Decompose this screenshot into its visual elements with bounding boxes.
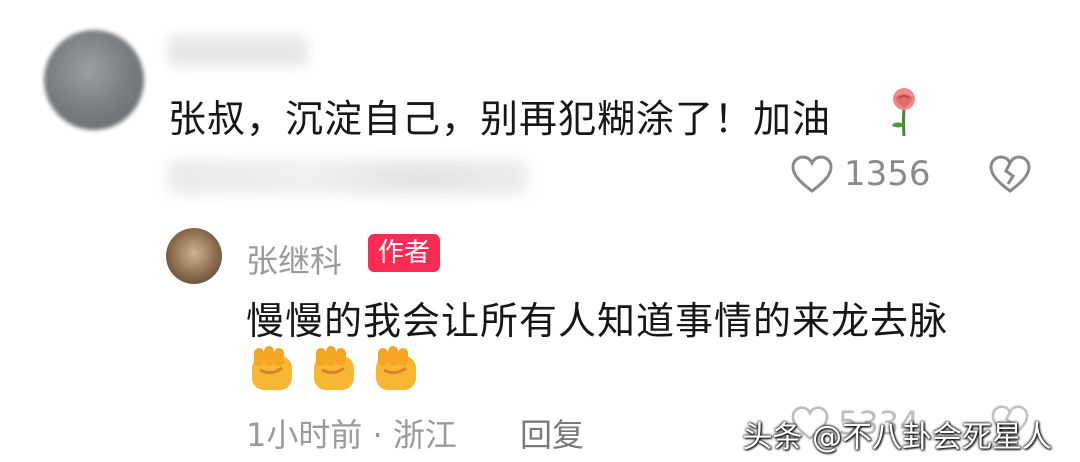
emoji-row (246, 342, 422, 394)
rose-icon (892, 88, 915, 137)
like-button[interactable]: 1356 (790, 154, 931, 194)
commenter-avatar[interactable] (44, 30, 144, 130)
blurred-commenter-name (168, 36, 308, 66)
like-count: 1356 (844, 154, 931, 194)
author-name[interactable]: 张继科 (246, 236, 342, 282)
author-avatar[interactable] (166, 228, 222, 284)
comment-text: 张叔，沉淀自己，别再犯糊涂了！加油 (168, 88, 831, 143)
watermark: 头条 @不八卦会死星人 (742, 420, 1052, 455)
broken-heart-icon[interactable] (988, 154, 1032, 194)
fist-icon (314, 346, 354, 390)
blurred-comment-meta (168, 160, 528, 194)
reply-button[interactable]: 回复 (520, 410, 584, 456)
author-badge: 作者 (368, 234, 441, 272)
reply-text: 慢慢的我会让所有人知道事情的来龙去脉 (246, 299, 949, 343)
reply-time-location: 1小时前 · 浙江 (246, 416, 457, 454)
fist-icon (252, 346, 292, 390)
comment-text-content: 张叔，沉淀自己，别再犯糊涂了！加油 (168, 97, 832, 141)
heart-icon (791, 155, 833, 193)
fist-icon (376, 346, 416, 390)
